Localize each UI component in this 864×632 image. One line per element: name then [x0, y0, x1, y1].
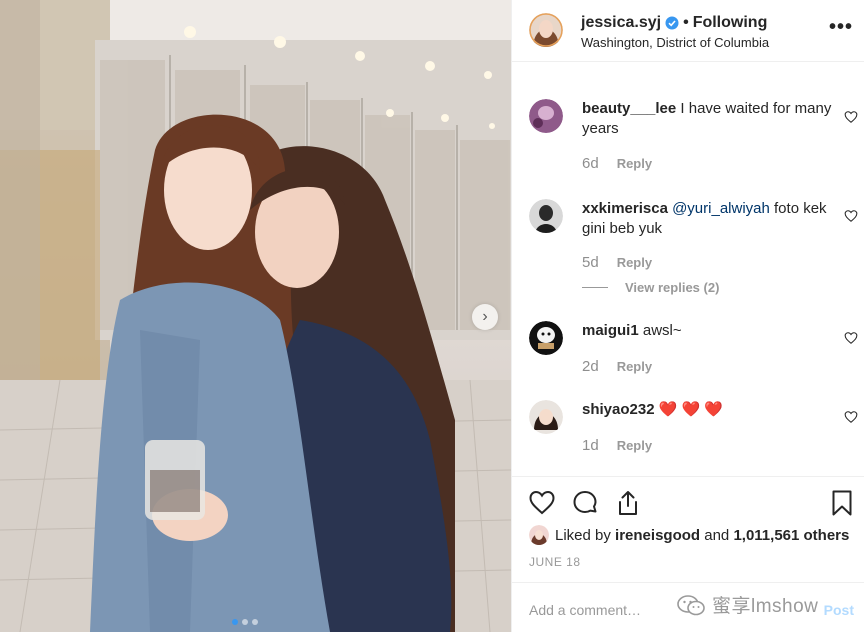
commenter-avatar[interactable]	[529, 321, 563, 355]
add-comment-input[interactable]: Add a comment…	[529, 602, 641, 618]
reply-button[interactable]: Reply	[617, 255, 652, 270]
comment-text: maigui1 awsl~	[582, 321, 832, 341]
heart-icon[interactable]	[844, 410, 858, 424]
comment-content: ❤️ ❤️ ❤️	[658, 401, 724, 418]
view-replies-button[interactable]: View replies (2)	[582, 280, 719, 295]
comment-time: 1d	[582, 437, 599, 454]
carousel-dot	[232, 619, 238, 625]
author-avatar[interactable]	[529, 13, 563, 47]
wechat-icon	[677, 594, 705, 615]
comment-time: 2d	[582, 358, 599, 375]
commenter-username[interactable]: beauty___lee	[582, 100, 676, 117]
heart-icon[interactable]	[844, 331, 858, 345]
reply-button[interactable]: Reply	[617, 156, 652, 171]
likes-conjunction: and	[704, 526, 730, 544]
heart-icon[interactable]	[844, 209, 858, 223]
likes-summary: Liked by ireneisgood and 1,011,561 other…	[529, 525, 849, 545]
heart-icon[interactable]	[528, 489, 556, 517]
post-location[interactable]: Washington, District of Columbia	[581, 35, 769, 50]
carousel-indicator	[232, 619, 258, 625]
photo-illustration	[0, 0, 511, 632]
watermark: 蜜享lmshow	[676, 591, 818, 618]
liker-username[interactable]: ireneisgood	[615, 527, 700, 544]
comment-content: awsl~	[642, 322, 682, 339]
post-header: jessica.syj • Following Washington, Dist…	[512, 0, 864, 62]
comment-text: beauty___lee I have waited for many year…	[582, 99, 832, 139]
author-username[interactable]: jessica.syj	[581, 14, 661, 32]
carousel-dot	[252, 619, 258, 625]
comment-icon[interactable]	[571, 489, 599, 517]
post-side-panel: jessica.syj • Following Washington, Dist…	[511, 0, 864, 632]
commenter-username[interactable]: xxkimerisca	[582, 200, 668, 217]
comment-time: 5d	[582, 254, 599, 271]
reply-button[interactable]: Reply	[617, 438, 652, 453]
comment-text: shiyao232 ❤️ ❤️ ❤️	[582, 400, 832, 420]
likes-prefix: Liked by	[555, 526, 611, 544]
comment-mention-link[interactable]: @yuri_alwiyah	[672, 200, 770, 217]
commenter-avatar[interactable]	[529, 400, 563, 434]
commenter-avatar[interactable]	[529, 199, 563, 233]
post-date: JUNE 18	[529, 555, 581, 569]
following-button[interactable]: Following	[693, 14, 768, 32]
more-options-icon[interactable]: •••	[829, 17, 853, 37]
header-separator: •	[683, 14, 689, 31]
liker-avatar[interactable]	[529, 525, 549, 545]
add-comment-bar: Add a comment… 蜜享lmshow Post	[512, 582, 864, 632]
reply-button[interactable]: Reply	[617, 359, 652, 374]
commenter-username[interactable]: shiyao232	[582, 401, 655, 418]
comment-time: 6d	[582, 155, 599, 172]
carousel-dot	[242, 619, 248, 625]
comment-text: xxkimerisca @yuri_alwiyah foto kek gini …	[582, 199, 832, 239]
view-replies-line	[582, 287, 608, 288]
heart-icon[interactable]	[844, 110, 858, 124]
watermark-text: 蜜享lmshow	[712, 596, 819, 617]
post-comment-button[interactable]: Post	[824, 602, 854, 618]
post-actions: Liked by ireneisgood and 1,011,561 other…	[512, 476, 864, 632]
view-replies-label: View replies (2)	[625, 280, 720, 295]
next-photo-button[interactable]: ›	[472, 304, 498, 330]
share-icon[interactable]	[614, 489, 642, 517]
verified-badge-icon	[665, 16, 679, 30]
commenter-username[interactable]: maigui1	[582, 322, 639, 339]
bookmark-icon[interactable]	[828, 489, 856, 517]
likes-count[interactable]: 1,011,561 others	[733, 527, 849, 544]
post-photo[interactable]: ›	[0, 0, 511, 632]
commenter-avatar[interactable]	[529, 99, 563, 133]
